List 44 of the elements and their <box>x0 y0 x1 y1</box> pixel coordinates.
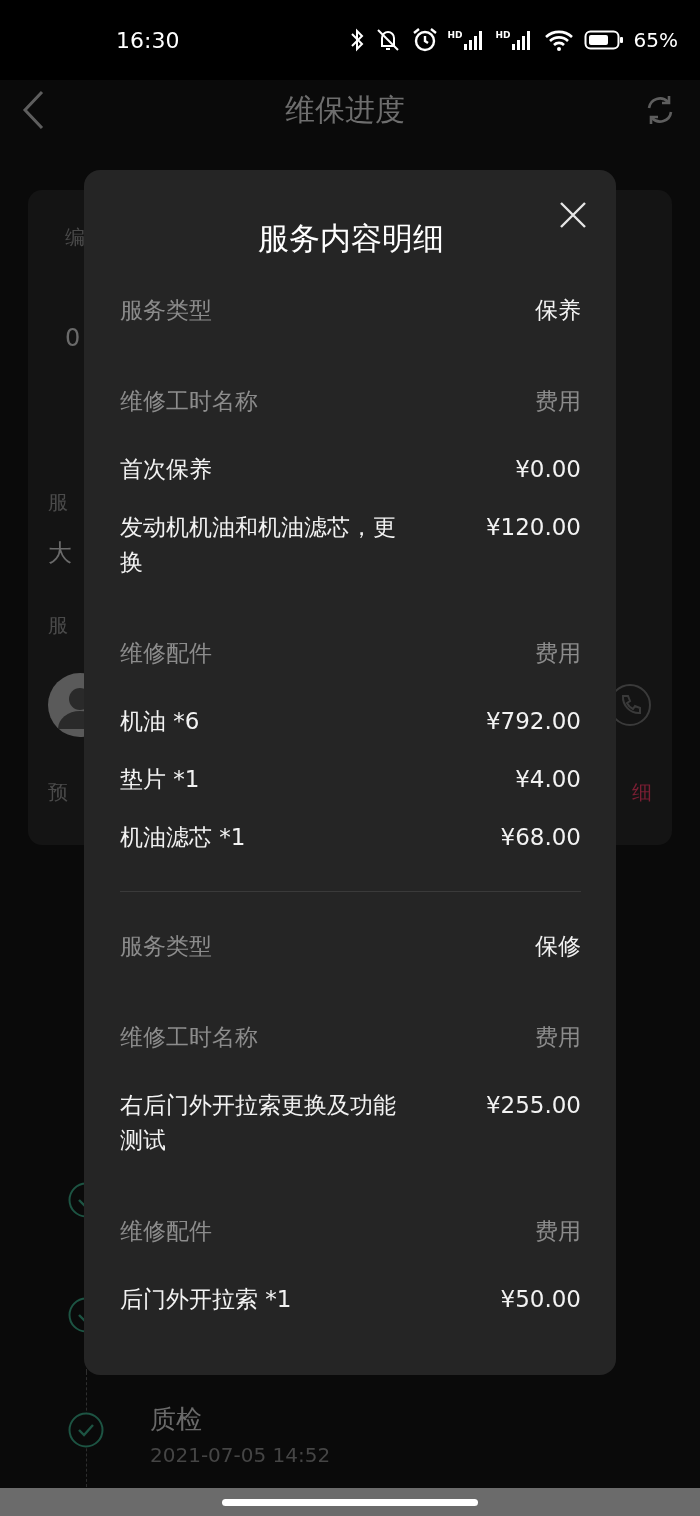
home-indicator[interactable] <box>222 1498 478 1506</box>
item-price: ¥68.00 <box>500 823 581 852</box>
dialog-title: 服务内容明细 <box>256 219 445 258</box>
wifi-icon <box>543 29 574 51</box>
service-type-value: 保修 <box>535 932 581 961</box>
step-time: 2021-07-05 14:52 <box>150 1443 331 1467</box>
item-name: 机油滤芯 *1 <box>120 823 246 852</box>
item-name: 右后门外开拉索更换及功能测试 <box>120 1091 397 1155</box>
field-value: 0 <box>65 323 81 354</box>
field-value: 大 <box>48 538 72 569</box>
item-price: ¥120.00 <box>485 513 581 542</box>
item-name: 后门外开拉索 *1 <box>120 1285 292 1314</box>
item-name: 发动机机油和机油滤芯，更换 <box>120 513 397 577</box>
back-icon[interactable] <box>22 90 46 130</box>
service-type-label: 服务类型 <box>120 932 212 961</box>
detail-link[interactable]: 细 <box>632 778 652 806</box>
battery-icon <box>583 29 624 51</box>
item-name: 机油 *6 <box>120 707 200 736</box>
service-type-label: 服务类型 <box>120 296 212 325</box>
column-header: 费用 <box>535 387 581 416</box>
battery-percent: 65% <box>633 28 678 52</box>
column-header: 费用 <box>535 1217 581 1246</box>
item-name: 垫片 *1 <box>120 765 200 794</box>
network-label: HD <box>495 30 511 40</box>
column-header: 费用 <box>535 639 581 668</box>
service-type-value: 保养 <box>535 296 581 325</box>
item-price: ¥792.00 <box>485 707 581 736</box>
status-time: 16:30 <box>116 27 180 53</box>
alarm-icon <box>411 27 438 53</box>
item-name: 首次保养 <box>120 455 212 484</box>
column-header: 维修配件 <box>120 639 212 668</box>
column-header: 维修工时名称 <box>120 1023 258 1052</box>
page-title: 维保进度 <box>284 90 406 129</box>
item-price: ¥0.00 <box>515 455 581 484</box>
item-price: ¥255.00 <box>485 1091 581 1120</box>
item-price: ¥50.00 <box>500 1285 581 1314</box>
step-title: 质检 <box>150 1403 203 1436</box>
column-header: 费用 <box>535 1023 581 1052</box>
close-icon[interactable] <box>559 201 587 229</box>
column-header: 维修工时名称 <box>120 387 258 416</box>
bluetooth-icon <box>349 28 364 52</box>
column-header: 维修配件 <box>120 1217 212 1246</box>
item-price: ¥4.00 <box>515 765 581 794</box>
network-label: HD <box>447 30 463 40</box>
